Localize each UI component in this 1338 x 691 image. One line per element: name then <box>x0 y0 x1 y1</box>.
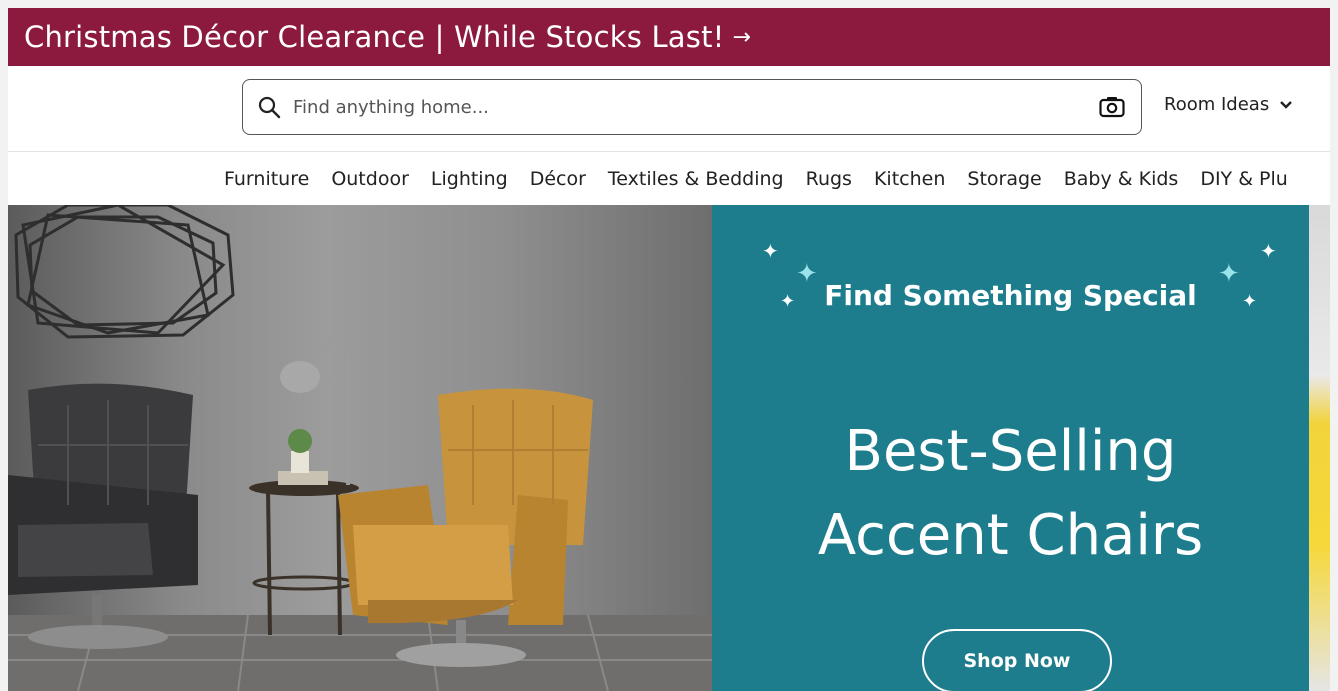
promo-panel: ✦ ✦ ✦ ✦ ✦ ✦ Find Something Special Best-… <box>712 205 1309 691</box>
search-icon[interactable] <box>257 95 281 119</box>
shop-now-button[interactable]: Shop Now <box>922 629 1112 691</box>
search-bar[interactable] <box>242 79 1142 135</box>
promo-banner[interactable]: Christmas Décor Clearance | While Stocks… <box>8 8 1330 66</box>
next-slide-preview[interactable] <box>1309 205 1330 691</box>
hero-banner[interactable]: ✦ ✦ ✦ ✦ ✦ ✦ Find Something Special Best-… <box>8 205 1330 691</box>
hero-kicker: Find Something Special <box>824 279 1197 312</box>
hero-headline: Best-Selling Accent Chairs <box>712 410 1309 578</box>
category-baby-kids[interactable]: Baby & Kids <box>1064 168 1179 190</box>
room-ideas-dropdown[interactable]: Room Ideas <box>1164 94 1293 115</box>
category-kitchen[interactable]: Kitchen <box>874 168 945 190</box>
category-lighting[interactable]: Lighting <box>431 168 508 190</box>
sparkle-icon: ✦ <box>1260 239 1277 263</box>
camera-icon[interactable] <box>1095 90 1129 124</box>
category-outdoor[interactable]: Outdoor <box>331 168 409 190</box>
hero-headline-line1: Best-Selling <box>844 419 1177 484</box>
chevron-down-icon <box>1280 100 1293 109</box>
category-decor[interactable]: Décor <box>530 168 586 190</box>
category-rugs[interactable]: Rugs <box>806 168 852 190</box>
promo-text: Christmas Décor Clearance | While Stocks… <box>24 20 725 54</box>
category-nav: Furniture Outdoor Lighting Décor Textile… <box>8 153 1330 205</box>
category-furniture[interactable]: Furniture <box>224 168 309 190</box>
site-header: Room Ideas <box>8 66 1330 152</box>
category-textiles-bedding[interactable]: Textiles & Bedding <box>608 168 784 190</box>
arrow-right-icon: → <box>732 24 752 50</box>
page-frame: Christmas Décor Clearance | While Stocks… <box>8 8 1330 691</box>
sparkle-icon: ✦ <box>762 239 779 263</box>
hero-image[interactable] <box>8 205 712 691</box>
category-storage[interactable]: Storage <box>967 168 1041 190</box>
search-input[interactable] <box>293 96 1095 118</box>
room-ideas-label: Room Ideas <box>1164 94 1270 115</box>
category-diy-plumbing[interactable]: DIY & Plu <box>1200 168 1288 190</box>
hero-headline-line2: Accent Chairs <box>817 503 1204 568</box>
